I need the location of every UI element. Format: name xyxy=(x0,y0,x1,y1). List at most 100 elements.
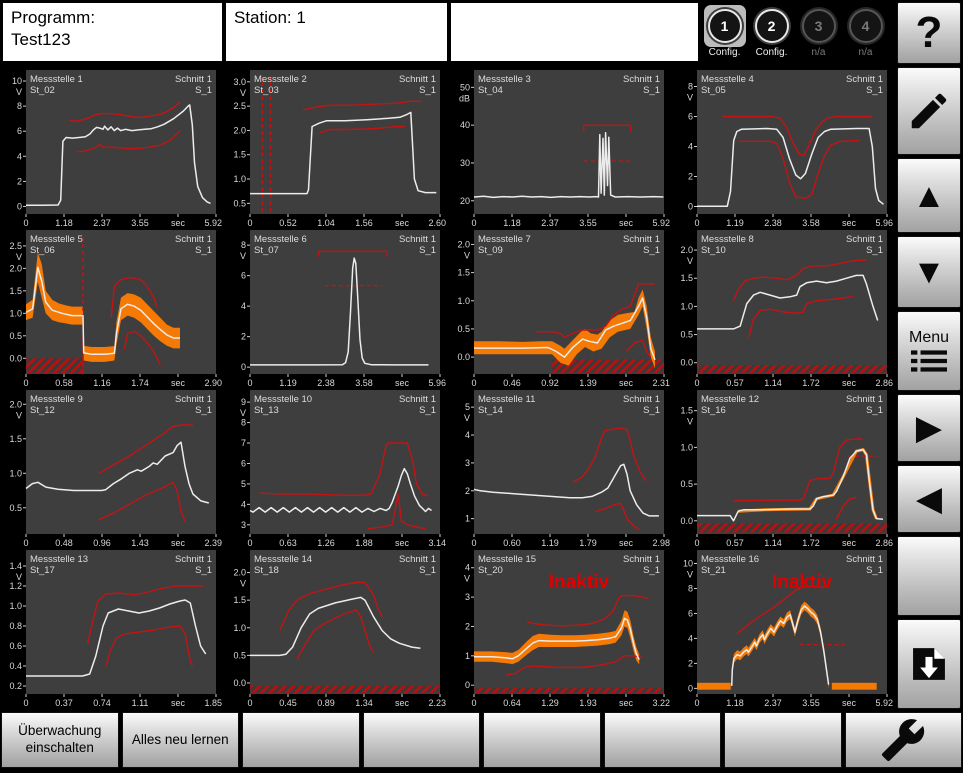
y-tick-label: 10 xyxy=(12,76,22,86)
menu-list-icon xyxy=(911,349,947,373)
bottom-blank-button-4[interactable] xyxy=(604,712,722,768)
monitoring-on-button[interactable]: Überwachung einschalten xyxy=(1,712,119,768)
config-4-highlight: 4 xyxy=(845,5,887,47)
chart-panel-messstelle-5[interactable]: 00.581.161.74sec2.902.52.01.51.00.50.0VM… xyxy=(0,230,224,390)
chart-channel: St_03 xyxy=(254,85,279,96)
config-selector: 1 Config. 2 Config. 3 n/a 4 n/a xyxy=(701,0,895,68)
prev-button[interactable]: ◀ xyxy=(897,465,961,533)
chart-title: Messstelle 10 xyxy=(254,394,312,405)
save-file-icon xyxy=(906,641,952,687)
y-tick-label: 8 xyxy=(241,240,246,250)
chart-cut: S_1 xyxy=(195,85,212,96)
chart-panel-messstelle-7[interactable]: 00.460.921.39sec2.312.01.51.00.50.0VMess… xyxy=(448,230,672,390)
chart-title: Messstelle 16 xyxy=(701,554,759,565)
x-tick-label: 0 xyxy=(247,698,252,708)
scroll-down-button[interactable]: ▼ xyxy=(897,236,961,308)
y-axis-unit: V xyxy=(16,410,22,420)
x-tick-label: 1.29 xyxy=(541,698,559,708)
chart-panel-messstelle-1[interactable]: 01.182.373.55sec5.921086420VMessstelle 1… xyxy=(0,70,224,230)
y-tick-label: 4 xyxy=(241,301,246,311)
x-tick-label: 0.57 xyxy=(726,378,744,388)
y-tick-label: 2 xyxy=(17,176,22,186)
x-tick-label: 2.37 xyxy=(541,218,559,228)
x-tick-label: 1.04 xyxy=(317,218,335,228)
chart-title: Messstelle 7 xyxy=(478,234,531,245)
measurement-chart: 00.601.191.79sec2.9854321VMessstelle 11S… xyxy=(448,390,671,550)
chart-panel-messstelle-12[interactable]: 00.571.141.72sec2.861.51.00.50.0VMessste… xyxy=(671,390,895,550)
chart-panel-messstelle-4[interactable]: 01.192.383.58sec5.9686420VMessstelle 4St… xyxy=(671,70,895,230)
x-tick-label: 0 xyxy=(695,538,700,548)
relearn-all-button[interactable]: Alles neu lernen xyxy=(122,712,240,768)
menu-button[interactable]: Menu xyxy=(897,311,961,391)
help-button[interactable]: ? xyxy=(897,2,961,64)
y-tick-label: 0.2 xyxy=(9,681,22,691)
chart-channel: St_04 xyxy=(478,85,503,96)
y-tick-label: 1.0 xyxy=(9,601,22,611)
program-box: Programm: Test123 xyxy=(2,2,223,62)
chart-panel-messstelle-2[interactable]: 00.521.041.56sec2.603.02.52.01.51.00.5VM… xyxy=(224,70,448,230)
blank-button[interactable] xyxy=(897,536,961,616)
edit-button[interactable] xyxy=(897,67,961,155)
config-button-1[interactable]: 1 Config. xyxy=(701,5,748,58)
chart-title: Messstelle 15 xyxy=(478,554,536,565)
bottom-blank-button-3[interactable] xyxy=(483,712,601,768)
export-button[interactable] xyxy=(897,619,961,709)
bottom-blank-button-1[interactable] xyxy=(242,712,360,768)
y-axis-unit: V xyxy=(240,251,246,261)
chart-panel-messstelle-10[interactable]: 00.631.261.88sec3.149876543VMessstelle 1… xyxy=(224,390,448,550)
chart-channel: St_09 xyxy=(478,245,503,256)
y-tick-label: 0.0 xyxy=(681,516,694,526)
y-tick-label: 1.0 xyxy=(681,301,694,311)
y-tick-label: 1 xyxy=(464,514,469,524)
x-tick-label: sec xyxy=(395,538,410,548)
chart-panel-messstelle-9[interactable]: 00.480.961.43sec2.392.01.51.00.5VMessste… xyxy=(0,390,224,550)
up-arrow-icon: ▲ xyxy=(912,179,946,213)
x-tick-label: 0.89 xyxy=(317,698,335,708)
tolerance-band-segment xyxy=(697,683,731,690)
y-tick-label: 0.0 xyxy=(233,678,246,688)
x-tick-label: 0 xyxy=(471,218,476,228)
x-tick-label: 0.37 xyxy=(55,698,73,708)
x-tick-label: 1.72 xyxy=(802,378,820,388)
chart-panel-messstelle-15[interactable]: 00.641.291.93sec3.2243210VMessstelle 15S… xyxy=(448,550,672,710)
bottom-blank-button-2[interactable] xyxy=(363,712,481,768)
chart-cut: S_1 xyxy=(866,565,883,576)
tolerance-band-segment xyxy=(832,683,877,690)
y-tick-label: 6 xyxy=(241,458,246,468)
chart-schnitt: Schnitt 1 xyxy=(846,394,883,405)
y-tick-label: 6 xyxy=(688,112,693,122)
x-tick-label: 5.96 xyxy=(876,218,894,228)
chart-panel-messstelle-6[interactable]: 01.192.383.58sec5.9686420VMessstelle 6St… xyxy=(224,230,448,390)
chart-panel-messstelle-13[interactable]: 00.370.741.11sec1.851.41.21.00.80.60.40.… xyxy=(0,550,224,710)
y-tick-label: 8 xyxy=(17,101,22,111)
y-tick-label: 9 xyxy=(241,397,246,407)
chart-title: Messstelle 6 xyxy=(254,234,307,245)
chart-panel-messstelle-11[interactable]: 00.601.191.79sec2.9854321VMessstelle 11S… xyxy=(448,390,672,550)
y-tick-label: 1.0 xyxy=(233,623,246,633)
y-tick-label: 2.0 xyxy=(9,263,22,273)
scroll-up-button[interactable]: ▲ xyxy=(897,158,961,233)
y-tick-label: 0.0 xyxy=(9,353,22,363)
y-tick-label: 3 xyxy=(464,592,469,602)
chart-panel-messstelle-16[interactable]: 01.182.373.55sec5.921086420VMessstelle 1… xyxy=(671,550,895,710)
measurement-chart: 00.571.141.72sec2.861.51.00.50.0VMessste… xyxy=(671,390,894,550)
x-tick-label: 2.39 xyxy=(204,538,222,548)
config-button-2[interactable]: 2 Config. xyxy=(748,5,795,58)
x-tick-label: 0.92 xyxy=(541,378,559,388)
chart-schnitt: Schnitt 1 xyxy=(846,74,883,85)
y-tick-label: 2.0 xyxy=(457,239,470,249)
chart-title: Messstelle 13 xyxy=(30,554,88,565)
y-tick-label: 0.5 xyxy=(233,198,246,208)
chart-panel-messstelle-3[interactable]: 01.182.373.55sec5.9250403020dBMessstelle… xyxy=(448,70,672,230)
config-4-number: 4 xyxy=(849,9,883,43)
chart-panel-messstelle-8[interactable]: 00.571.141.72sec2.862.01.51.00.50.0VMess… xyxy=(671,230,895,390)
y-tick-label: 5 xyxy=(464,402,469,412)
x-tick-label: 1.72 xyxy=(802,538,820,548)
y-axis-unit: V xyxy=(240,88,246,98)
x-tick-label: 0 xyxy=(23,218,28,228)
chart-panel-messstelle-14[interactable]: 00.450.891.34sec2.232.01.51.00.50.0VMess… xyxy=(224,550,448,710)
settings-button[interactable] xyxy=(845,712,963,768)
x-tick-label: 0 xyxy=(471,698,476,708)
next-button[interactable]: ▶ xyxy=(897,394,961,462)
bottom-blank-button-5[interactable] xyxy=(724,712,842,768)
